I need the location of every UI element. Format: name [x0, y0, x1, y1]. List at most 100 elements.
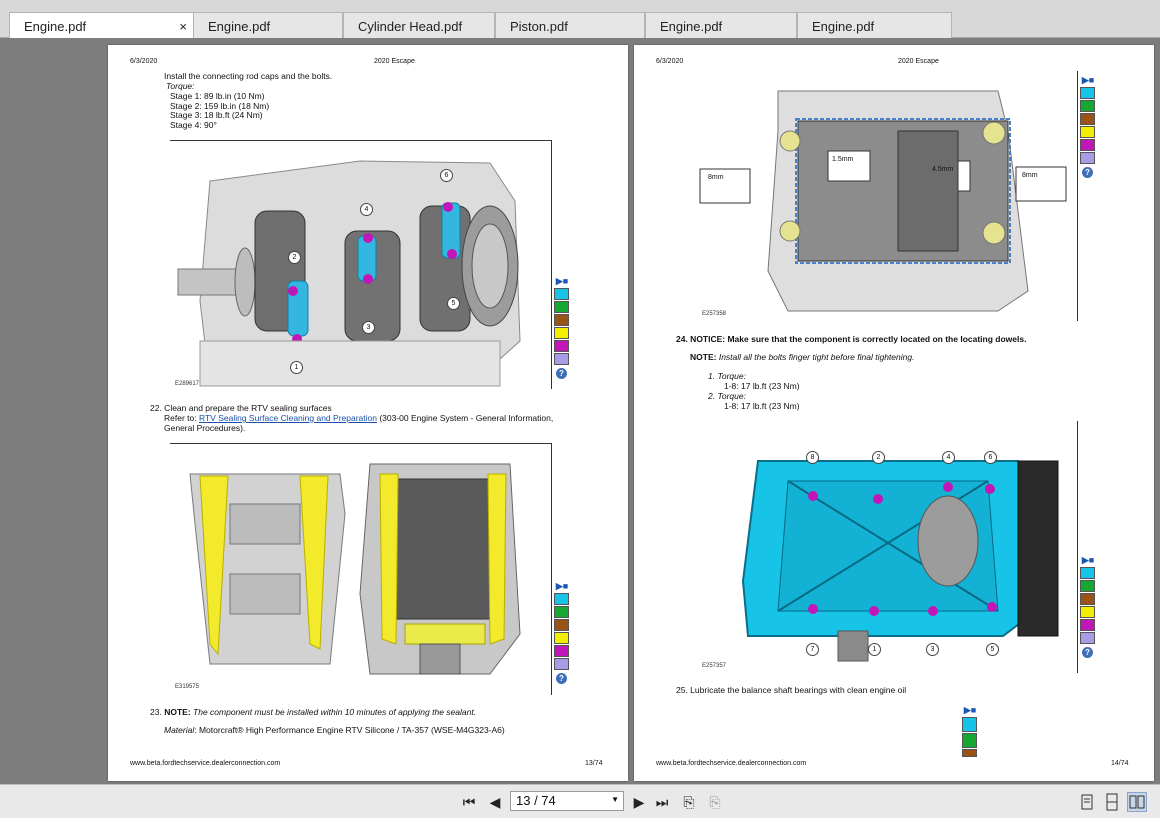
tab-label: Engine.pdf: [24, 19, 87, 34]
tab-label: Engine.pdf: [812, 19, 875, 34]
rtv-sealant-illustration: [189, 463, 521, 675]
color-legend: ▶■ ?: [554, 276, 570, 379]
next-page-icon[interactable]: ▶: [630, 793, 648, 811]
callout-6: 6: [984, 451, 997, 464]
note-label: NOTE:: [164, 707, 191, 717]
color-legend: ▶■ ?: [554, 581, 570, 684]
refer-rest: (303-00 Engine System - General Informat…: [379, 413, 554, 423]
callout-2: 2: [288, 251, 301, 264]
step24-text: 24. NOTICE: Make sure that the component…: [676, 334, 1027, 344]
torque1-value: 1-8: 17 lb.ft (23 Nm): [724, 381, 800, 391]
footer-url: www.beta.fordtechservice.dealerconnectio…: [656, 760, 807, 767]
document-viewer[interactable]: 6/3/2020 2020 Escape Install the connect…: [0, 38, 1160, 784]
legend-magenta: [554, 340, 569, 352]
tab-engine-1[interactable]: Engine.pdf ×: [9, 12, 194, 39]
callout-4: 4: [942, 451, 955, 464]
page-date: 6/3/2020: [130, 58, 158, 65]
cylinder-block-illustration: [699, 90, 1067, 312]
step21-text: Install the connecting rod caps and the …: [164, 71, 333, 81]
step22-text: 22. Clean and prepare the RTV sealing su…: [150, 403, 332, 413]
bottom-toolbar: ⏮ ◀ 13 / 74 ▼ ▶ ⏭ ⎘ ⎘: [0, 784, 1160, 818]
camera-icon[interactable]: ▶■: [554, 276, 570, 288]
first-page-icon[interactable]: ⏮: [460, 793, 478, 811]
dim-label-3: 4.5mm: [932, 166, 954, 173]
tab-bar: Engine.pdf × Engine.pdf Cylinder Head.pd…: [0, 0, 1160, 39]
callout-6: 6: [440, 169, 453, 182]
figure-id: E257358: [702, 311, 727, 317]
torque2-label: 2. Torque:: [708, 391, 746, 401]
go-forward-icon[interactable]: ⎘: [706, 793, 724, 811]
note-label: NOTE:: [690, 352, 717, 362]
color-legend: ▶■ ?: [1080, 555, 1096, 658]
refer-label: Refer to:: [164, 413, 197, 423]
legend-lavender: [554, 353, 569, 365]
page-number-value: 13 / 74: [516, 793, 556, 808]
footer-page: 13/74: [585, 760, 603, 767]
legend-yellow: [554, 327, 569, 339]
stage-3: Stage 3: 18 lb.ft (24 Nm): [170, 110, 263, 120]
torque-label: Torque:: [166, 81, 195, 91]
camera-icon[interactable]: ▶■: [962, 705, 978, 717]
tab-label: Cylinder Head.pdf: [358, 19, 463, 34]
single-page-view-icon[interactable]: [1077, 792, 1097, 812]
continuous-view-icon[interactable]: [1102, 792, 1122, 812]
pdf-page-14: 6/3/2020 2020 Escape 8mm 1.5mm 4.5mm 8mm…: [634, 45, 1154, 781]
camera-icon[interactable]: ▶■: [1080, 75, 1096, 87]
tab-label: Engine.pdf: [660, 19, 723, 34]
color-legend: ▶■: [962, 705, 978, 758]
torque2-value: 1-8: 17 lb.ft (23 Nm): [724, 401, 800, 411]
help-icon[interactable]: ?: [556, 673, 567, 684]
step25-text: 25. Lubricate the balance shaft bearings…: [676, 685, 907, 695]
step23-num: 23.: [150, 707, 162, 717]
rtv-link[interactable]: RTV Sealing Surface Cleaning and Prepara…: [199, 413, 377, 423]
close-tab-icon[interactable]: ×: [179, 19, 187, 34]
page-title: 2020 Escape: [898, 58, 939, 65]
figure-bolt-sequence: 8 2 4 6 7 1 3 5 E257357: [698, 421, 1078, 673]
material-label: Material: [164, 725, 195, 735]
last-page-icon[interactable]: ⏭: [653, 793, 671, 811]
help-icon[interactable]: ?: [1082, 167, 1093, 178]
help-icon[interactable]: ?: [1082, 647, 1093, 658]
previous-page-icon[interactable]: ◀: [486, 793, 504, 811]
legend-green: [554, 301, 569, 313]
figure-id: E319575: [175, 684, 200, 690]
callout-3: 3: [926, 643, 939, 656]
camera-icon[interactable]: ▶■: [1080, 555, 1096, 567]
help-icon[interactable]: ?: [556, 368, 567, 379]
page-number-select[interactable]: 13 / 74 ▼: [510, 791, 624, 811]
legend-cyan: [554, 288, 569, 300]
callout-2: 2: [872, 451, 885, 464]
figure-id: E289617: [175, 381, 200, 387]
pdf-page-13: 6/3/2020 2020 Escape Install the connect…: [108, 45, 628, 781]
figure-id: E257357: [702, 663, 727, 669]
legend-brown: [554, 314, 569, 326]
callout-7: 7: [806, 643, 819, 656]
go-back-icon[interactable]: ⎘: [680, 793, 698, 811]
callout-3: 3: [362, 321, 375, 334]
dim-label-2: 1.5mm: [832, 156, 854, 163]
torque1-label: 1. Torque:: [708, 371, 746, 381]
crankshaft-illustration: [177, 160, 521, 387]
note-text: The component must be installed within 1…: [193, 707, 477, 717]
two-page-view-icon[interactable]: [1127, 792, 1147, 812]
tab-engine-4[interactable]: Engine.pdf: [797, 12, 952, 38]
refer-rest-2: General Procedures).: [164, 423, 246, 433]
material-text: : Motorcraft® High Performance Engine RT…: [194, 725, 505, 735]
tab-piston[interactable]: Piston.pdf: [495, 12, 645, 38]
tab-engine-2[interactable]: Engine.pdf: [193, 12, 343, 38]
tab-cylinder-head[interactable]: Cylinder Head.pdf: [343, 12, 495, 38]
figure-rtv-sealant: E319575: [170, 443, 552, 695]
two-page-continuous-icon[interactable]: [1150, 792, 1160, 812]
callout-8: 8: [806, 451, 819, 464]
tab-engine-3[interactable]: Engine.pdf: [645, 12, 797, 38]
stage-1: Stage 1: 89 lb.in (10 Nm): [170, 91, 265, 101]
figure-dowels: 8mm 1.5mm 4.5mm 8mm E257358: [698, 71, 1078, 321]
note-text: Install all the bolts finger tight befor…: [718, 352, 915, 362]
camera-icon[interactable]: ▶■: [554, 581, 570, 593]
bolt-sequence-illustration: [741, 460, 1059, 662]
page-date: 6/3/2020: [656, 58, 684, 65]
footer-page: 14/74: [1111, 760, 1129, 767]
callout-5: 5: [986, 643, 999, 656]
color-legend: ▶■ ?: [1080, 75, 1096, 178]
callout-5: 5: [447, 297, 460, 310]
